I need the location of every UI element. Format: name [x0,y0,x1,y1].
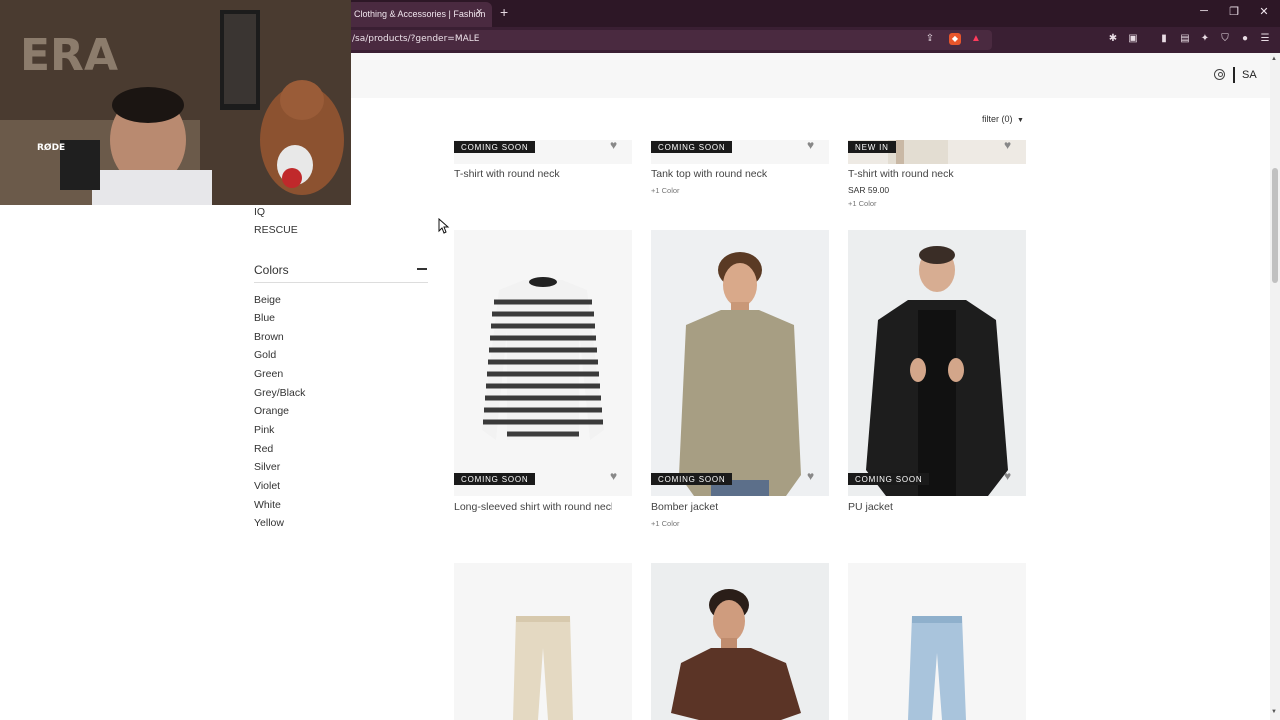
color-option-silver[interactable]: Silver [254,461,280,473]
extensions-icon[interactable]: ✱ [1107,33,1119,45]
product-name[interactable]: T-shirt with round neck [848,168,1026,180]
close-window-button[interactable]: ✕ [1256,5,1272,18]
color-option-white[interactable]: White [254,499,281,511]
bomber-model-photo [679,252,801,496]
wishlist-heart-icon[interactable]: ♥ [807,139,819,151]
color-option-yellow[interactable]: Yellow [254,517,284,529]
profile-icon[interactable]: ● [1239,33,1251,45]
wallet-icon[interactable]: ▤ [1179,33,1191,45]
coming-soon-badge: COMING SOON [454,141,536,153]
product-price: SAR 59.00 [848,185,890,195]
striped-shirt-photo [482,277,604,440]
color-option-red[interactable]: Red [254,443,273,455]
brown-tee-model-photo [671,589,801,720]
page-scrollbar[interactable] [1270,53,1280,720]
divider [254,282,428,283]
brand-option[interactable]: IQ [254,206,265,218]
product-image[interactable] [454,230,632,496]
wall-lettering: ERA [20,30,118,81]
colors-filter-title[interactable]: Colors [254,263,289,277]
tab-title: Clothing & Accessories | Fashion [354,9,486,19]
mic-brand-label: RØDE [37,142,65,153]
color-option-blue[interactable]: Blue [254,312,275,324]
product-image[interactable] [651,563,829,720]
product-color-count: +1 Color [848,199,877,208]
product-name[interactable]: PU jacket [848,501,1026,513]
scroll-down-icon[interactable]: ▼ [1271,709,1277,715]
new-in-badge: NEW IN [848,141,896,153]
product-name[interactable]: T-shirt with round neck [454,168,632,180]
jeans-photo [908,616,966,720]
leo-icon[interactable]: ✦ [1199,33,1211,45]
streamer-webcam-feed: ERA RØDE [0,0,351,205]
caret-down-icon: ▼ [1017,117,1024,124]
product-image[interactable] [848,563,1026,720]
product-image[interactable] [848,230,1026,496]
coming-soon-badge: COMING SOON [651,473,733,485]
brave-shields-icon[interactable]: ◆ [949,33,961,45]
color-option-orange[interactable]: Orange [254,405,289,417]
color-option-brown[interactable]: Brown [254,331,284,343]
color-option-pink[interactable]: Pink [254,424,274,436]
color-option-violet[interactable]: Violet [254,480,280,492]
product-name[interactable]: Bomber jacket [651,501,829,513]
screenshot-icon[interactable]: ▣ [1127,33,1139,45]
browser-tab[interactable]: Clothing & Accessories | Fashion [346,2,492,27]
color-option-green[interactable]: Green [254,368,283,380]
mouse-cursor-icon [438,218,450,234]
minimize-button[interactable]: ─ [1196,5,1212,17]
menu-icon[interactable]: ☰ [1259,33,1271,45]
wishlist-heart-icon[interactable]: ♥ [610,139,622,151]
filter-button[interactable]: filter (0) ▼ [982,114,1024,124]
vpn-shield-icon[interactable]: ⛉ [1219,33,1231,45]
url-text: /sa/products/?gender=MALE [352,34,480,44]
share-icon[interactable]: ⇪ [924,33,936,45]
account-icon[interactable] [1214,69,1225,80]
coming-soon-badge: COMING SOON [454,473,536,485]
wishlist-heart-icon[interactable]: ♥ [610,470,622,482]
product-color-count: +1 Color [651,519,680,528]
tab-close-icon[interactable]: × [476,6,482,18]
product-color-count: +1 Color [651,186,680,195]
header-divider [1233,67,1235,83]
filter-label: filter (0) [982,114,1013,124]
url-field[interactable]: /sa/products/?gender=MALE [346,30,992,50]
wishlist-heart-icon[interactable]: ♥ [1004,139,1016,151]
webcam-overlay: ERA RØDE [0,0,351,205]
coming-soon-badge: COMING SOON [651,141,733,153]
restore-button[interactable]: ❐ [1226,5,1242,18]
pu-jacket-model-photo [866,246,1008,496]
collapse-minus-icon[interactable] [417,268,427,270]
product-image[interactable] [651,230,829,496]
new-tab-button[interactable]: + [500,4,508,20]
wishlist-heart-icon[interactable]: ♥ [807,470,819,482]
brave-rewards-icon[interactable]: ▲ [970,33,982,45]
product-name[interactable]: Tank top with round neck [651,168,829,180]
locale-selector[interactable]: SA [1242,69,1257,81]
coming-soon-badge: COMING SOON [848,473,930,485]
color-option-gold[interactable]: Gold [254,349,276,361]
color-option-beige[interactable]: Beige [254,294,281,306]
product-image[interactable] [454,563,632,720]
chino-pants-photo [513,616,573,720]
scrollbar-thumb[interactable] [1272,168,1278,283]
brand-option[interactable]: RESCUE [254,224,298,236]
wishlist-heart-icon[interactable]: ♥ [1004,470,1016,482]
sidebar-icon[interactable]: ▮ [1158,33,1170,45]
product-name[interactable]: Long-sleeved shirt with round neck [454,501,612,513]
color-option-grey-black[interactable]: Grey/Black [254,387,305,399]
scroll-up-icon[interactable]: ▲ [1271,56,1277,62]
